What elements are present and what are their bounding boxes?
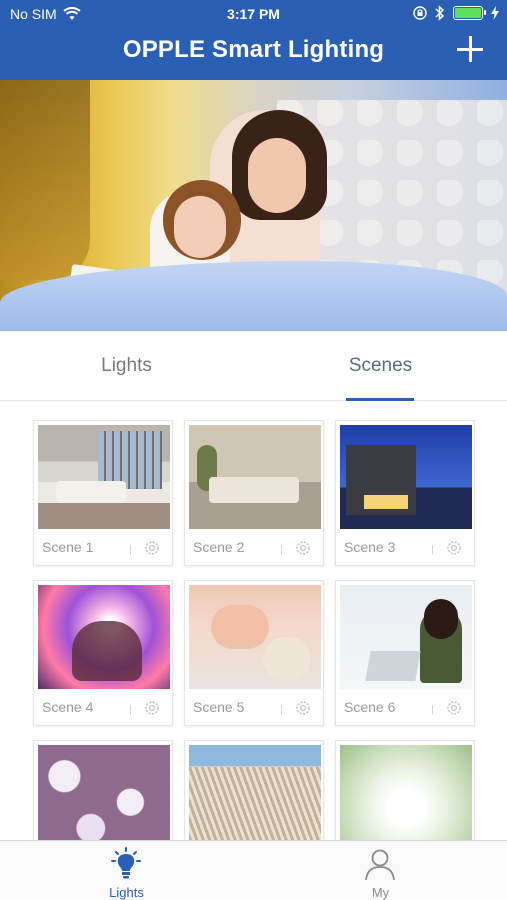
scene-7-thumbnail <box>38 745 170 840</box>
gear-icon[interactable] <box>294 539 312 557</box>
card-divider <box>130 545 131 555</box>
segment-tabs: Lights Scenes <box>0 331 507 401</box>
hero-lamp <box>0 80 90 280</box>
scene-6-thumbnail <box>340 585 472 689</box>
scene-1-thumbnail <box>38 425 170 529</box>
tabbar-item-lights[interactable]: Lights <box>0 841 253 900</box>
card-divider <box>432 545 433 555</box>
scene-card-5[interactable]: Scene 5 <box>184 580 324 726</box>
scene-card-8[interactable] <box>184 740 324 840</box>
scene-card-7[interactable] <box>33 740 173 840</box>
scene-card-6[interactable]: Scene 6 <box>335 580 475 726</box>
scene-1-label: Scene 1 <box>42 539 94 555</box>
battery-fill <box>455 8 481 18</box>
card-divider <box>281 705 282 715</box>
plus-icon[interactable] <box>455 34 485 64</box>
gear-icon[interactable] <box>445 539 463 557</box>
bluetooth-icon <box>435 5 445 21</box>
tab-scenes-label: Scenes <box>348 355 413 376</box>
scene-6-label: Scene 6 <box>344 699 396 715</box>
scene-5-thumbnail <box>189 585 321 689</box>
scene-card-4[interactable]: Scene 4 <box>33 580 173 726</box>
orientation-lock-icon <box>413 6 427 20</box>
scene-card-3[interactable]: Scene 3 <box>335 420 475 566</box>
scene-2-label: Scene 2 <box>193 539 245 555</box>
scene-card-2[interactable]: Scene 2 <box>184 420 324 566</box>
scene-3-label: Scene 3 <box>344 539 396 555</box>
card-divider <box>432 705 433 715</box>
lightbulb-icon <box>111 847 141 879</box>
hero-child-face <box>174 196 226 258</box>
page-title: OPPLE Smart Lighting <box>122 36 385 63</box>
tab-lights-label: Lights <box>101 355 152 376</box>
scenes-grid: Scene 1 Scene 2 Scene 3 Scene 4 Scene 5 … <box>0 402 507 840</box>
tabbar-lights-label: Lights <box>109 885 144 900</box>
top-bar: No SIM 3:17 PM OPPLE Smart Lighting <box>0 0 507 80</box>
hero-mother-face <box>248 138 306 213</box>
scene-4-thumbnail <box>38 585 170 689</box>
bottom-tab-bar: Lights My <box>0 840 507 900</box>
tab-lights[interactable]: Lights <box>0 331 253 401</box>
person-icon <box>365 849 395 881</box>
status-right <box>413 5 499 21</box>
tabbar-item-my[interactable]: My <box>254 841 507 900</box>
gear-icon[interactable] <box>445 699 463 717</box>
card-divider <box>130 705 131 715</box>
gear-icon[interactable] <box>143 539 161 557</box>
scene-card-1[interactable]: Scene 1 <box>33 420 173 566</box>
scene-2-thumbnail <box>189 425 321 529</box>
scene-3-thumbnail <box>340 425 472 529</box>
scene-4-label: Scene 4 <box>42 699 94 715</box>
tabbar-my-label: My <box>371 885 390 900</box>
hero-banner-image <box>0 80 507 331</box>
scene-9-thumbnail <box>340 745 472 840</box>
status-bar: No SIM 3:17 PM <box>0 0 507 28</box>
card-divider <box>281 545 282 555</box>
gear-icon[interactable] <box>143 699 161 717</box>
charging-icon <box>491 6 499 20</box>
scene-card-9[interactable] <box>335 740 475 840</box>
scene-5-label: Scene 5 <box>193 699 245 715</box>
scene-8-thumbnail <box>189 745 321 840</box>
battery-icon <box>453 6 486 20</box>
tab-scenes[interactable]: Scenes <box>254 331 507 401</box>
tab-scenes-underline <box>346 398 414 401</box>
gear-icon[interactable] <box>294 699 312 717</box>
